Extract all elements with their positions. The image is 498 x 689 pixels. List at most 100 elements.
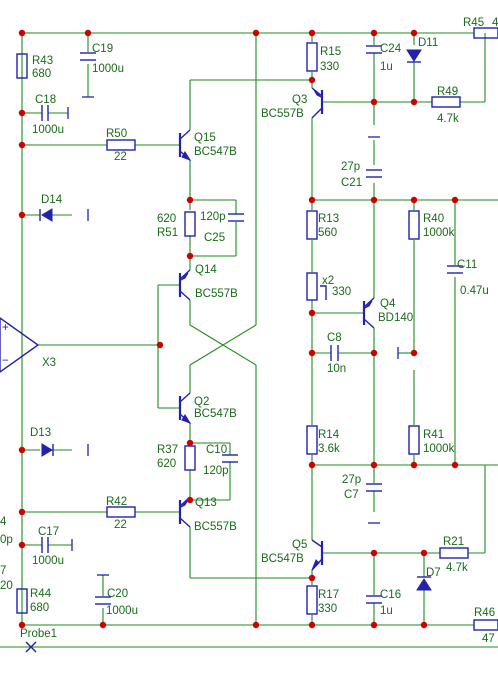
schematic: + − R45 4 R43 680 C19 1000u C18 1000u R5… <box>0 17 498 653</box>
label-probe: Probe1 <box>20 628 57 640</box>
label-c19: C19 <box>92 43 113 55</box>
label-r50: R50 <box>106 128 127 140</box>
opamp-plus: + <box>2 322 9 334</box>
label-r40-value: 1000k <box>423 227 455 239</box>
resistor-r42 <box>106 506 136 518</box>
resistor-r46 <box>473 619 498 631</box>
label-q15: Q15 <box>194 132 216 144</box>
label-r14-value: 3.6k <box>318 443 340 455</box>
label-d11: D11 <box>418 37 438 49</box>
label-q13: Q13 <box>195 497 217 509</box>
transistor-q14 <box>178 269 191 301</box>
capacitor-c25 <box>228 213 244 222</box>
label-c18: C18 <box>35 94 56 106</box>
label-c24-value: 1u <box>380 61 393 73</box>
label-c25: C25 <box>204 232 225 244</box>
label-left-20: 20 <box>0 580 13 592</box>
label-q15-type: BC547B <box>194 146 237 158</box>
label-r41-value: 1000k <box>423 443 455 455</box>
label-c19-value: 1000u <box>92 63 124 75</box>
label-q4-type: BD140 <box>378 312 413 324</box>
resistor-r49 <box>431 96 461 108</box>
opamp-x3: + − <box>0 317 40 373</box>
capacitor-c10 <box>222 454 238 463</box>
label-q2: Q2 <box>194 396 209 408</box>
resistor-r13 <box>306 210 318 240</box>
resistor-r41 <box>408 425 420 455</box>
label-q14-type: BC557B <box>195 288 238 300</box>
transistor-q3 <box>311 87 324 119</box>
label-r46: R46 <box>474 607 495 619</box>
label-d13: D13 <box>30 427 51 439</box>
opamp-minus: − <box>2 355 9 367</box>
label-x3: X3 <box>42 357 56 369</box>
resistor-r15 <box>306 42 318 72</box>
label-r46-value: 47 <box>482 633 495 645</box>
transistor-q4 <box>362 297 375 329</box>
label-c11-value: 0.47u <box>460 285 489 297</box>
label-left-0p: 0p <box>0 534 13 546</box>
label-r13: R13 <box>318 213 339 225</box>
label-r15-value: 330 <box>320 61 339 73</box>
resistor-r21 <box>439 547 469 559</box>
label-r13-value: 560 <box>318 227 337 239</box>
label-r21-value: 4.7k <box>446 562 468 574</box>
resistor-r50 <box>106 139 136 151</box>
resistor-r51 <box>184 211 196 237</box>
label-r44: R44 <box>30 588 52 600</box>
label-c17: C17 <box>38 526 59 538</box>
label-r43-value: 680 <box>32 68 51 80</box>
label-r37: R37 <box>157 444 178 456</box>
label-q2-type: BC547B <box>194 408 237 420</box>
label-left-7: 7 <box>0 565 6 577</box>
label-q3-type: BC557B <box>261 108 304 120</box>
label-c25-value: 120p <box>200 211 226 223</box>
label-c18-value: 1000u <box>32 124 64 136</box>
label-c17-value: 1000u <box>32 555 64 567</box>
label-d7: D7 <box>426 567 441 579</box>
label-c8: C8 <box>327 332 342 344</box>
potentiometer-x2 <box>306 272 318 301</box>
label-q3: Q3 <box>292 94 307 106</box>
label-q5: Q5 <box>292 539 307 551</box>
label-r41: R41 <box>423 429 444 441</box>
label-c24: C24 <box>380 43 402 55</box>
label-r17: R17 <box>318 589 339 601</box>
label-c16-value: 1u <box>380 605 393 617</box>
label-c10: C10 <box>206 444 227 456</box>
resistor-r37 <box>184 445 196 471</box>
label-r42-value: 22 <box>114 519 127 531</box>
resistor-r45 <box>473 27 498 39</box>
label-r17-value: 330 <box>318 603 337 615</box>
label-r50-value: 22 <box>114 151 127 163</box>
label-c16: C16 <box>380 589 401 601</box>
resistor-r17 <box>306 585 318 615</box>
resistor-r14 <box>306 425 318 455</box>
label-q14: Q14 <box>195 264 217 276</box>
label-q5-type: BC547B <box>261 553 304 565</box>
transistor-q15 <box>178 129 192 161</box>
label-c21-value: 27p <box>341 161 360 173</box>
label-x2-value: 330 <box>332 286 351 298</box>
label-q4: Q4 <box>380 298 396 310</box>
diodes <box>39 49 432 591</box>
label-r42: R42 <box>106 496 127 508</box>
label-r51: R51 <box>157 227 178 239</box>
label-r45-value: 4 <box>492 17 498 29</box>
label-c7: C7 <box>344 489 359 501</box>
label-r43: R43 <box>32 55 53 67</box>
label-r40: R40 <box>423 213 444 225</box>
label-q13-type: BC557B <box>194 521 237 533</box>
transistor-q2 <box>178 392 192 424</box>
label-c8-value: 10n <box>327 363 346 375</box>
schematic-canvas: + − R45 4 R43 680 C19 1000u C18 1000u R5… <box>0 0 498 684</box>
junctions <box>18 29 459 629</box>
label-r15: R15 <box>320 46 341 58</box>
label-r21: R21 <box>443 536 464 548</box>
pot-wiper <box>320 285 327 300</box>
label-d14: D14 <box>41 194 63 206</box>
resistor-r40 <box>408 210 420 240</box>
label-r14: R14 <box>318 429 340 441</box>
label-c20-value: 1000u <box>106 605 138 617</box>
label-r44-value: 680 <box>30 602 49 614</box>
